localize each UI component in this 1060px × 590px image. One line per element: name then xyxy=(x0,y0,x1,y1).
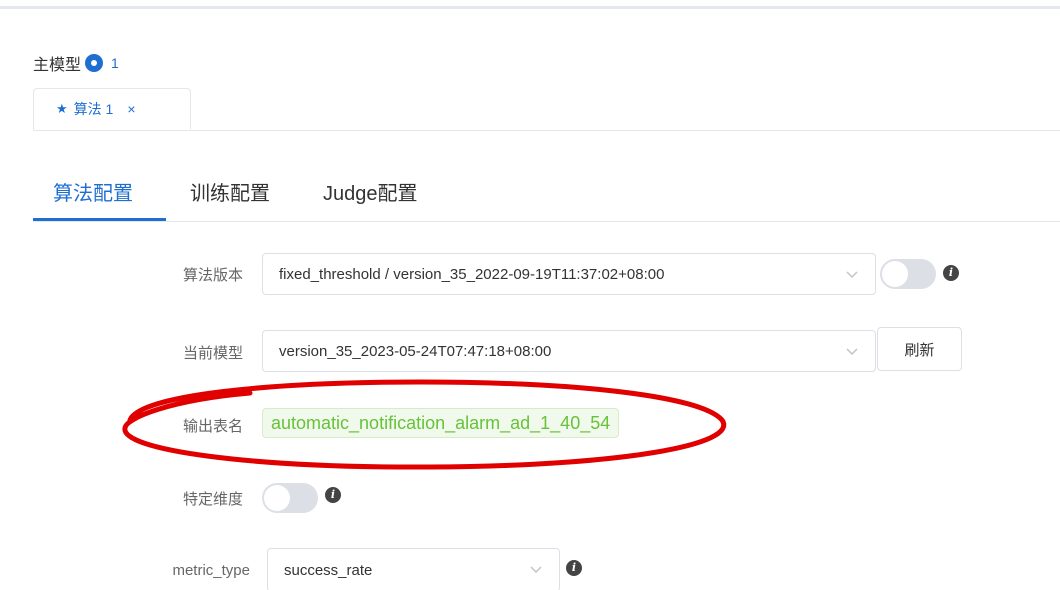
algo-version-value: fixed_threshold / version_35_2022-09-19T… xyxy=(279,265,665,283)
info-icon: i xyxy=(325,487,341,503)
current-model-select[interactable]: version_35_2023-05-24T07:47:18+08:00 xyxy=(262,330,876,372)
main-model-count: 1 xyxy=(111,55,119,71)
info-icon: i xyxy=(943,265,959,281)
current-model-label: 当前模型 xyxy=(182,345,243,362)
output-table-tag: automatic_notification_alarm_ad_1_40_54 xyxy=(262,408,620,438)
info-badge-icon xyxy=(85,54,104,72)
algo-version-label: 算法版本 xyxy=(182,267,243,284)
specific-dimension-toggle[interactable] xyxy=(262,483,318,513)
chevron-down-icon xyxy=(846,271,858,279)
metric-type-value: success_rate xyxy=(284,561,373,579)
close-icon[interactable]: × xyxy=(127,101,135,117)
algo-version-toggle[interactable] xyxy=(880,259,936,289)
info-icon: i xyxy=(566,560,582,576)
chevron-down-icon xyxy=(846,348,858,356)
top-divider xyxy=(0,6,1060,9)
specific-dimension-label: 特定维度 xyxy=(182,491,243,508)
refresh-button[interactable]: 刷新 xyxy=(877,327,962,371)
algo-tabstrip-divider xyxy=(33,130,1060,131)
metric-type-label: metric_type xyxy=(172,562,250,579)
tab-algo-config[interactable]: 算法配置 xyxy=(53,174,133,218)
algo-version-select[interactable]: fixed_threshold / version_35_2022-09-19T… xyxy=(262,253,876,295)
metric-type-select[interactable]: success_rate xyxy=(267,548,560,590)
main-model-title: 主模型 xyxy=(33,57,82,74)
star-icon: ★ xyxy=(56,101,68,116)
chevron-down-icon xyxy=(530,566,542,574)
main-model-header: 主模型 1 xyxy=(33,52,119,74)
current-model-value: version_35_2023-05-24T07:47:18+08:00 xyxy=(279,342,552,360)
tab-training-config[interactable]: 训练配置 xyxy=(190,174,270,218)
tab-judge-config[interactable]: Judge配置 xyxy=(323,174,418,218)
algo-tab-1[interactable]: ★ 算法 1 × xyxy=(33,88,191,130)
config-tabs-divider xyxy=(33,221,1060,222)
output-table-label: 输出表名 xyxy=(182,418,243,435)
algo-tab-label: 算法 1 xyxy=(73,101,114,117)
page: 主模型 1 ★ 算法 1 × 算法配置 训练配置 Judge配置 算法版本 fi… xyxy=(0,0,1060,590)
